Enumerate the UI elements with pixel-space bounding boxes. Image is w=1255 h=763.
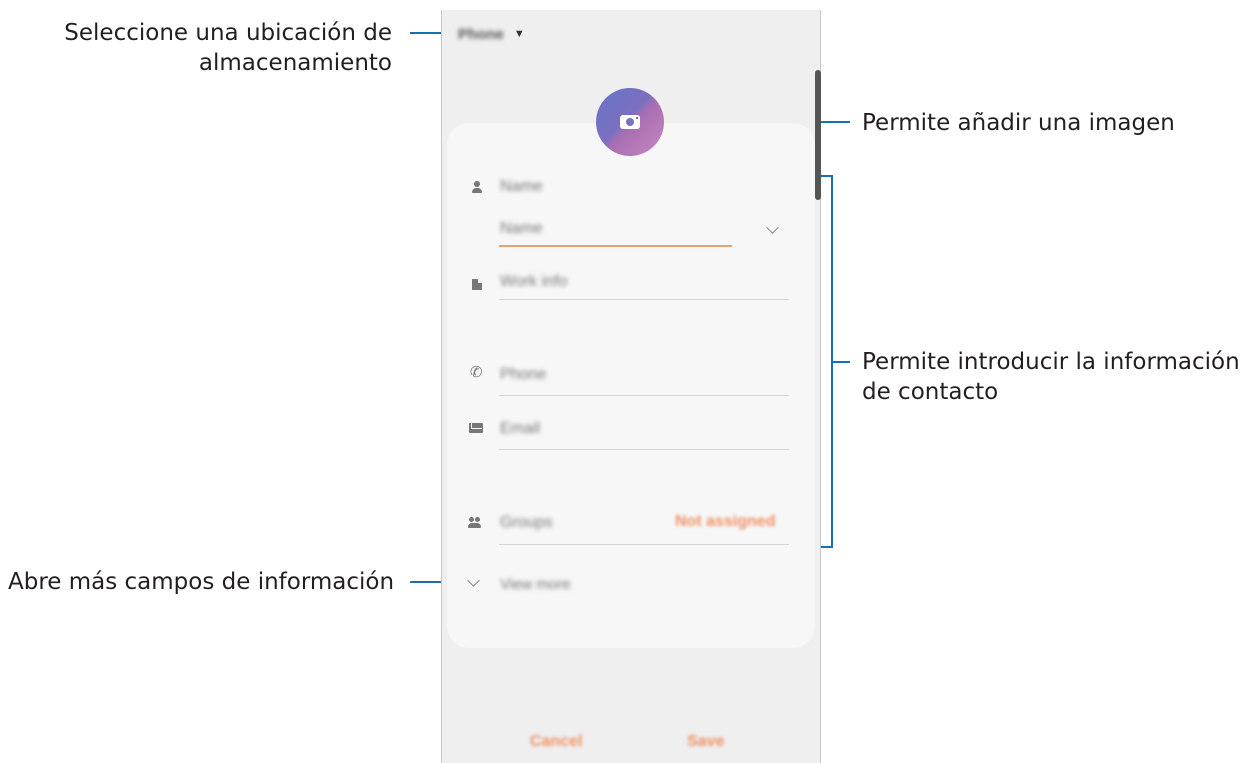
name-label: Name	[500, 178, 543, 195]
person-icon	[470, 181, 484, 195]
mail-icon	[469, 421, 483, 435]
add-image-button[interactable]	[596, 88, 664, 156]
name-input-underline	[499, 245, 732, 247]
storage-location-label: Phone	[458, 25, 504, 43]
annotation-more-fields: Abre más campos de información	[8, 569, 395, 595]
name-input[interactable]: Name	[500, 220, 543, 238]
building-icon	[470, 278, 484, 292]
work-info-underline	[499, 299, 789, 300]
contact-form-card	[447, 123, 815, 648]
scrollbar[interactable]	[815, 70, 821, 200]
annotation-line-contact	[833, 361, 850, 363]
email-input[interactable]: Email	[500, 420, 540, 438]
save-button[interactable]: Save	[687, 733, 724, 751]
annotation-storage: Seleccione una ubicación de almacenamien…	[40, 18, 392, 78]
cancel-button[interactable]: Cancel	[530, 733, 582, 751]
view-more-link[interactable]: View more	[500, 576, 571, 593]
storage-location-selector[interactable]: Phone ▼	[458, 24, 525, 44]
phone-icon: ✆	[470, 364, 483, 381]
annotation-storage-line1: Seleccione una ubicación de	[64, 20, 392, 46]
email-underline	[499, 449, 789, 450]
annotation-contact-line1: Permite introducir la información	[862, 349, 1240, 375]
caret-down-icon: ▼	[513, 28, 525, 40]
annotation-image: Permite añadir una imagen	[862, 110, 1175, 136]
group-icon	[468, 516, 482, 530]
camera-icon	[620, 115, 640, 129]
phone-input[interactable]: Phone	[500, 366, 546, 384]
groups-underline	[499, 544, 789, 545]
annotation-contact: Permite introducir la información de con…	[862, 347, 1240, 407]
annotation-contact-line2: de contacto	[862, 379, 999, 405]
groups-label: Groups	[500, 514, 553, 531]
annotation-storage-line2: almacenamiento	[198, 50, 392, 76]
groups-value[interactable]: Not assigned	[675, 513, 775, 531]
phone-underline	[499, 395, 789, 396]
work-info-input[interactable]: Work info	[500, 273, 567, 291]
